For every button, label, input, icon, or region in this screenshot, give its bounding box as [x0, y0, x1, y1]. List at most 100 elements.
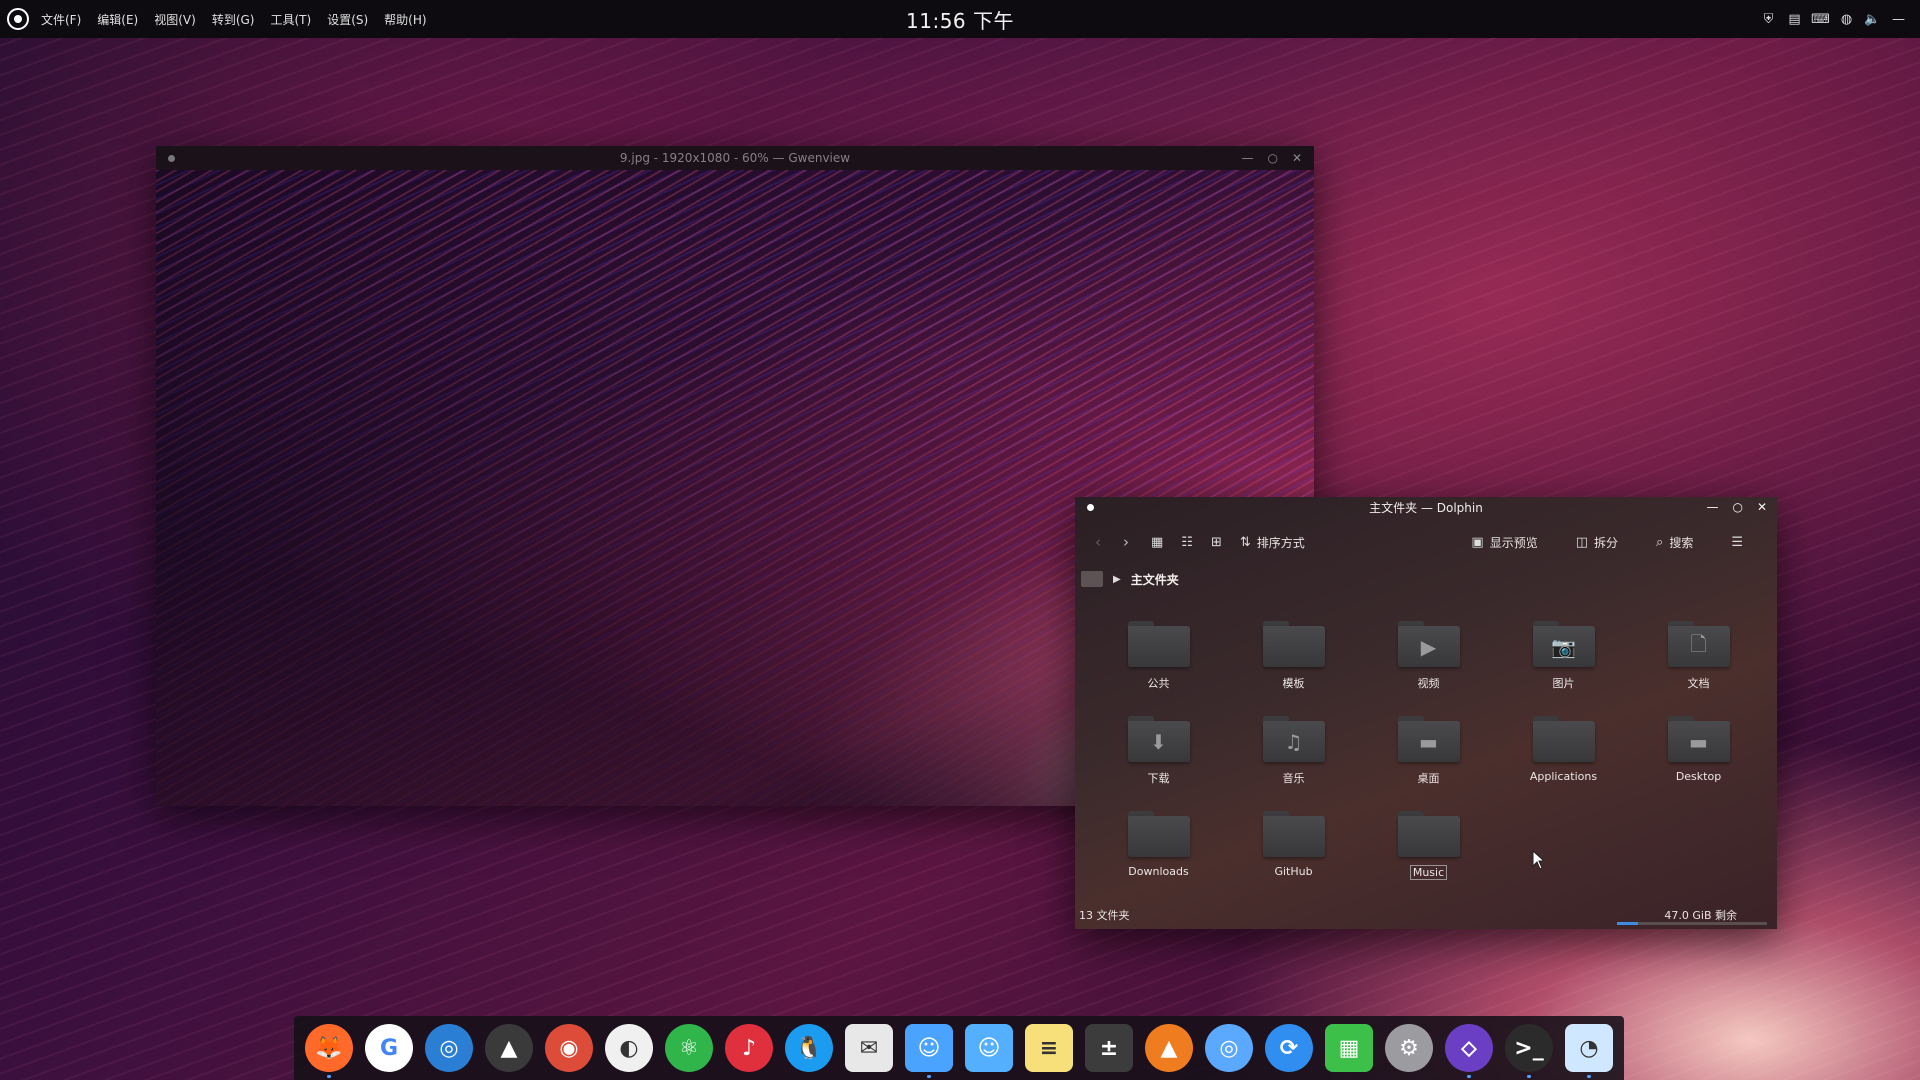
mouse-cursor-icon	[1532, 850, 1546, 870]
dock-chrome-icon[interactable]: ◉	[545, 1024, 593, 1072]
breadcrumb-home[interactable]: 主文件夹	[1131, 571, 1179, 588]
dolphin-toolbar: ‹ › ▦ ☷ ⊞ ⇅ 排序方式 ▣ 显示预览 ◫ 拆分 ⌕ 搜索 ☰	[1075, 517, 1777, 567]
folder-count: 13 文件夹	[1079, 909, 1130, 922]
folder-icon: ▶	[1397, 621, 1460, 667]
forward-icon[interactable]: ›	[1123, 533, 1129, 551]
folder-icon	[1127, 621, 1190, 667]
menu-help[interactable]: 帮助(H)	[384, 11, 426, 28]
menu-file[interactable]: 文件(F)	[41, 11, 81, 28]
dock-netease-music-icon[interactable]: ♪	[725, 1024, 773, 1072]
folder-item[interactable]: Music	[1361, 805, 1496, 887]
minimize-icon[interactable]: —	[1241, 151, 1253, 165]
folder-item[interactable]: 🗋 文档	[1631, 615, 1766, 697]
folder-item[interactable]: 模板	[1226, 615, 1361, 697]
dock-firefox-icon[interactable]: 🦊	[305, 1024, 353, 1072]
dock-atom-icon[interactable]: ⚛	[665, 1024, 713, 1072]
compact-view-button[interactable]: ☷	[1181, 535, 1193, 550]
volume-icon[interactable]: 🔈	[1864, 12, 1880, 27]
home-folder-icon[interactable]	[1081, 571, 1103, 587]
maximize-icon[interactable]: ○	[1732, 500, 1742, 514]
dock-calculator-icon[interactable]: ±	[1085, 1024, 1133, 1072]
minimize-icon[interactable]: —	[1706, 500, 1718, 514]
dock-image-viewer-icon[interactable]: ▦	[1325, 1024, 1373, 1072]
folder-label: 公共	[1147, 677, 1170, 690]
folder-item[interactable]: ▶ 视频	[1361, 615, 1496, 697]
compact-view-icon: ☷	[1181, 534, 1193, 550]
minus-icon[interactable]: —	[1891, 12, 1906, 27]
folder-label: Desktop	[1675, 770, 1722, 783]
folder-item[interactable]: GitHub	[1226, 805, 1361, 887]
folder-label: 音乐	[1282, 772, 1305, 785]
folder-item[interactable]: ♫ 音乐	[1226, 710, 1361, 792]
back-icon[interactable]: ‹	[1095, 533, 1101, 551]
folder-item[interactable]: ▬ Desktop	[1631, 710, 1766, 792]
dock-settings-icon[interactable]: ⚙	[1385, 1024, 1433, 1072]
window-menu-icon[interactable]	[1087, 503, 1094, 511]
dock-github-icon[interactable]: ◐	[605, 1024, 653, 1072]
folder-item[interactable]: ▬ 桌面	[1361, 710, 1496, 792]
dolphin-titlebar[interactable]: 主文件夹 — Dolphin — ○ ✕	[1075, 497, 1777, 517]
split-icon: ◫	[1575, 534, 1589, 550]
folder-icon: ▬	[1667, 716, 1730, 762]
search-label: 搜索	[1669, 535, 1694, 550]
dock-finder-icon[interactable]: ☺	[905, 1024, 953, 1072]
top-panel: 文件(F) 编辑(E) 视图(V) 转到(G) 工具(T) 设置(S) 帮助(H…	[0, 0, 1920, 38]
folder-icon: 📷	[1532, 621, 1595, 667]
menu-settings[interactable]: 设置(S)	[327, 11, 368, 28]
dock-browser-icon[interactable]: ◎	[1205, 1024, 1253, 1072]
split-label: 拆分	[1594, 535, 1619, 550]
icons-view-button[interactable]: ▦	[1151, 535, 1163, 550]
dock-notes-icon[interactable]: ≡	[1025, 1024, 1073, 1072]
folder-label: Music	[1409, 865, 1448, 880]
menu-view[interactable]: 视图(V)	[154, 11, 196, 28]
dock-mail-icon[interactable]: ✉	[845, 1024, 893, 1072]
details-view-button[interactable]: ⊞	[1211, 535, 1222, 550]
hamburger-menu-icon: ☰	[1731, 534, 1743, 550]
system-tray: ⛨ ▤ ⌨ ◍ 🔈 —	[1761, 0, 1906, 38]
dock-screenshot-icon[interactable]: ◎	[425, 1024, 473, 1072]
grid-view-icon: ▦	[1151, 534, 1164, 550]
clock[interactable]: 11:56 下午	[906, 5, 1014, 34]
menu-tools[interactable]: 工具(T)	[270, 11, 311, 28]
folder-item[interactable]: ⬇ 下载	[1091, 710, 1226, 792]
window-menu-icon[interactable]	[168, 154, 175, 162]
dock-share-icon[interactable]: ⟳	[1265, 1024, 1313, 1072]
search-button[interactable]: ⌕ 搜索	[1656, 534, 1693, 551]
folder-label: 图片	[1552, 677, 1575, 690]
dock-inkscape-icon[interactable]: ▲	[485, 1024, 533, 1072]
dock-terminal-icon[interactable]: >_	[1505, 1024, 1553, 1072]
preview-button[interactable]: ▣ 显示预览	[1471, 534, 1537, 551]
maximize-icon[interactable]: ○	[1267, 151, 1277, 165]
shield-icon[interactable]: ⛨	[1761, 12, 1776, 27]
dock: 🦊 G ◎ ▲ ◉ ◐ ⚛ ♪ 🐧 ✉ ☺ ☺ ≡ ± ▲ ◎ ⟳ ▦ ⚙ ⬦ >_ ◔	[294, 1016, 1624, 1080]
keyboard-icon[interactable]: ⌨	[1811, 12, 1830, 27]
network-icon[interactable]: ◍	[1839, 12, 1854, 27]
dolphin-window: 主文件夹 — Dolphin — ○ ✕ ‹ › ▦ ☷ ⊞ ⇅ 排序方式 ▣ …	[1075, 497, 1777, 929]
close-icon[interactable]: ✕	[1292, 151, 1302, 165]
dock-files-icon[interactable]: ☺	[965, 1024, 1013, 1072]
split-button[interactable]: ◫ 拆分	[1576, 534, 1618, 551]
hamburger-menu-button[interactable]: ☰	[1731, 535, 1743, 550]
sort-button[interactable]: ⇅ 排序方式	[1240, 534, 1305, 551]
dock-qq-icon[interactable]: 🐧	[785, 1024, 833, 1072]
dock-vlc-icon[interactable]: ▲	[1145, 1024, 1193, 1072]
dock-photos-icon[interactable]: ◔	[1565, 1024, 1613, 1072]
folder-item[interactable]: Applications	[1496, 710, 1631, 792]
gwenview-titlebar[interactable]: 9.jpg - 1920x1080 - 60% — Gwenview — ○ ✕	[156, 146, 1314, 170]
dock-google-icon[interactable]: G	[365, 1024, 413, 1072]
file-grid: 公共 模板 ▶ 视频 📷 图片 🗋 文档 ⬇ 下载 ♫ 音乐 ▬ 桌面 Applications ▬ Deskt…	[1075, 615, 1777, 887]
app-launcher-icon[interactable]	[7, 8, 29, 30]
clipboard-icon[interactable]: ▤	[1787, 12, 1802, 27]
dock-kdeconnect-icon[interactable]: ⬦	[1445, 1024, 1493, 1072]
folder-item[interactable]: 公共	[1091, 615, 1226, 697]
folder-item[interactable]: Downloads	[1091, 805, 1226, 887]
free-space: 47.0 GiB 剩余	[1664, 909, 1737, 922]
menu-edit[interactable]: 编辑(E)	[97, 11, 138, 28]
close-icon[interactable]: ✕	[1757, 500, 1767, 514]
menu-go[interactable]: 转到(G)	[212, 11, 255, 28]
folder-label: 模板	[1282, 677, 1305, 690]
chevron-right-icon[interactable]: ▶	[1113, 574, 1121, 585]
folder-label: 下载	[1147, 772, 1170, 785]
folder-item[interactable]: 📷 图片	[1496, 615, 1631, 697]
folder-label: Applications	[1529, 770, 1598, 783]
